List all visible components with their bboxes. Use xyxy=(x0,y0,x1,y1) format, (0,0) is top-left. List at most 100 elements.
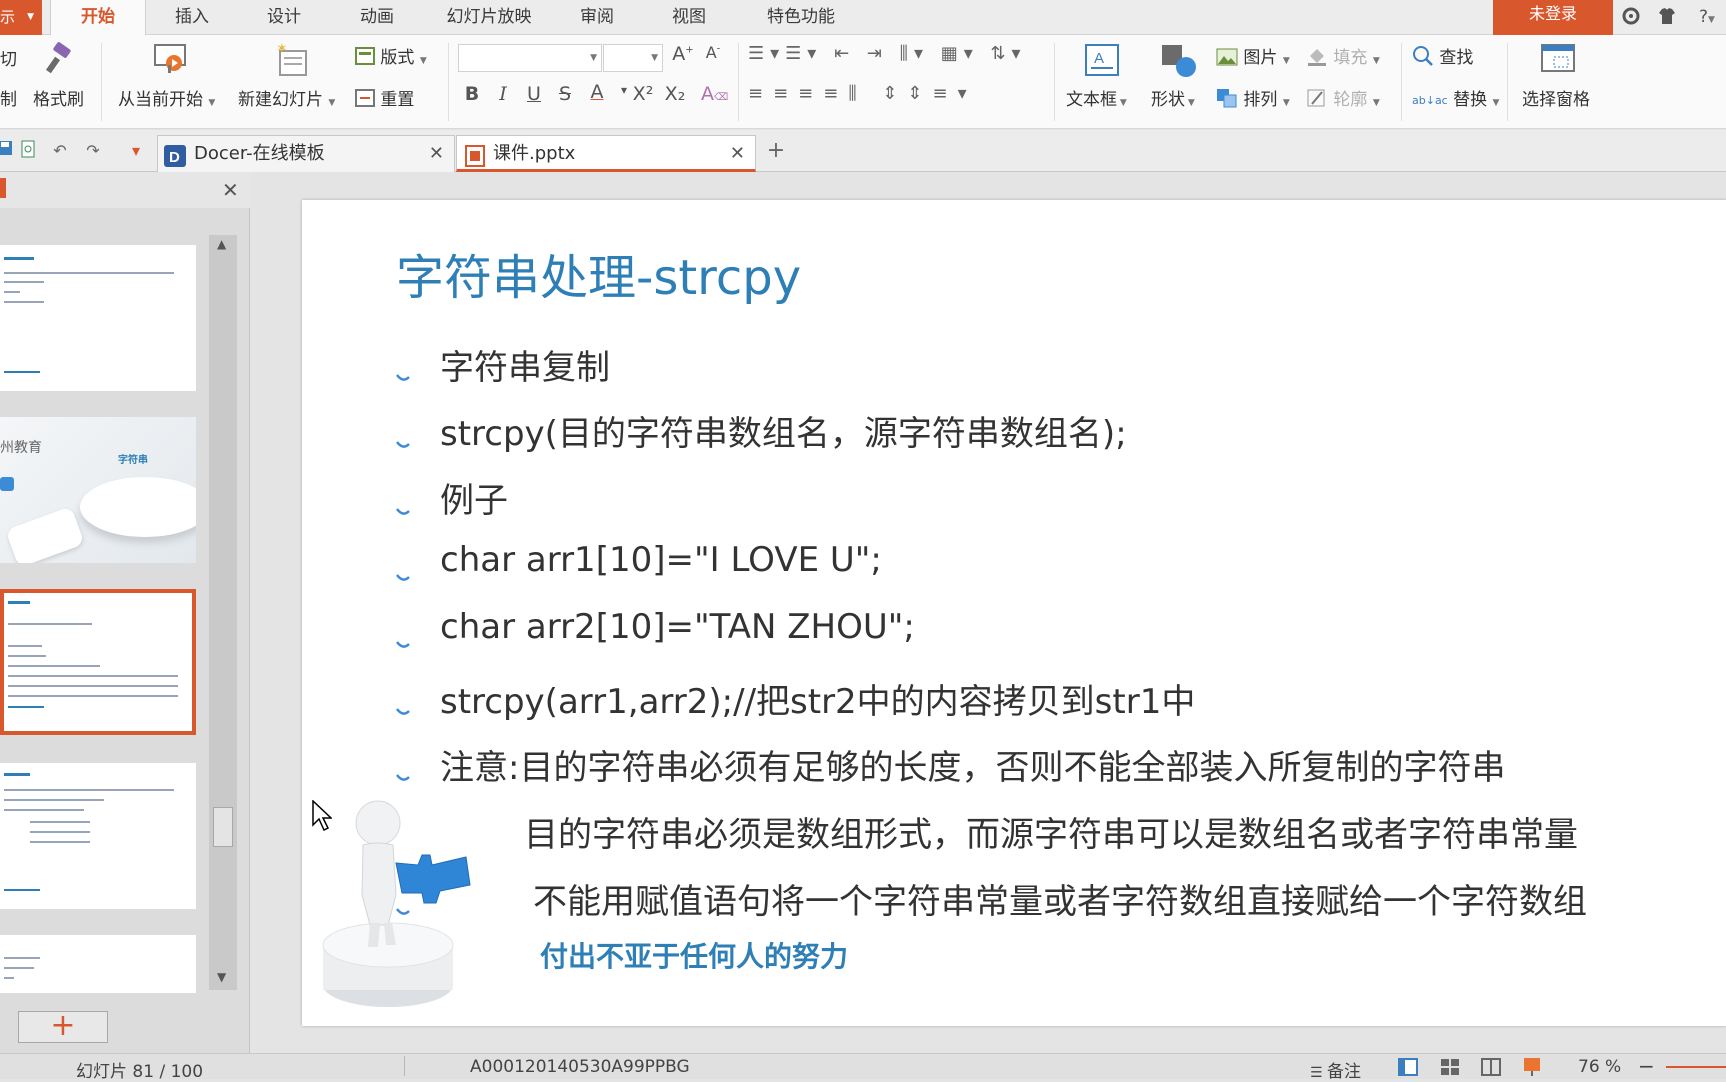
subscript-button[interactable]: X₂ xyxy=(660,83,690,105)
font-color-button[interactable]: A xyxy=(585,81,609,103)
notes-button[interactable]: ☰ 备注 xyxy=(1310,1057,1361,1082)
cut-button[interactable]: 切 xyxy=(0,45,17,70)
underline-button[interactable]: U xyxy=(522,83,546,105)
strikethrough-button[interactable]: S xyxy=(553,83,577,105)
thumb-slogan-line xyxy=(4,889,40,891)
find-button[interactable]: 查找 xyxy=(1412,43,1473,72)
clear-format-icon[interactable]: A⌫ xyxy=(701,83,728,105)
save-icon[interactable] xyxy=(0,140,16,162)
thumb-text-line xyxy=(8,665,100,667)
status-bar: 幻灯片 81 / 100 A000120140530A99PPBG ☰ 备注 7… xyxy=(0,1053,1726,1082)
from-current-button[interactable]: 从当前开始 ▼ xyxy=(118,85,215,110)
app-menu-button[interactable]: 示 ▼ xyxy=(0,0,42,35)
selection-pane-button[interactable]: 选择窗格 xyxy=(1522,85,1590,110)
slide-thumbnail-selected[interactable] xyxy=(0,589,196,735)
slide-thumbnail[interactable] xyxy=(0,245,196,391)
scrollbar-thumb[interactable] xyxy=(213,807,233,847)
outline-button[interactable]: 轮廓 ▼ xyxy=(1306,85,1380,113)
shape-button[interactable]: 形状 ▼ xyxy=(1151,85,1195,110)
slide-canvas[interactable]: 字符串处理-strcpy 字符串复制 strcpy(目的字符串数组名，源字符串数… xyxy=(302,200,1726,1026)
thumb-text-line xyxy=(8,623,92,625)
slide-thumbnail[interactable] xyxy=(0,763,196,909)
redo-icon[interactable]: ↷ xyxy=(82,140,104,162)
bullet-text[interactable]: strcpy(目的字符串数组名，源字符串数组名); xyxy=(440,406,1127,455)
zoom-slider[interactable] xyxy=(1666,1066,1726,1068)
tab-design[interactable]: 设计 xyxy=(252,0,316,35)
textbox-button[interactable]: 文本框 ▼ xyxy=(1066,85,1127,110)
format-painter-button[interactable]: 格式刷 xyxy=(33,85,84,110)
scroll-down-icon[interactable]: ▼ xyxy=(217,970,226,984)
bullet-text[interactable]: 不能用赋值语句将一个字符串常量或者字符数组直接赋给一个字符数组 xyxy=(533,874,1587,923)
app-menu-label: 示 xyxy=(0,8,16,26)
scroll-up-icon[interactable]: ▲ xyxy=(217,237,226,251)
selection-pane-icon[interactable] xyxy=(1540,43,1576,79)
format-painter-icon[interactable] xyxy=(42,41,78,77)
bullet-text[interactable]: 例子 xyxy=(440,473,508,522)
font-size-select[interactable]: ▼ xyxy=(603,44,663,72)
tab-docer-online-templates[interactable]: D Docer-在线模板 ✕ xyxy=(157,135,455,172)
new-slide-icon[interactable]: ✶ xyxy=(274,41,310,79)
tab-review[interactable]: 审阅 xyxy=(565,0,629,35)
fill-button[interactable]: 填充 ▼ xyxy=(1306,43,1380,71)
login-button[interactable]: 未登录 xyxy=(1493,0,1613,35)
print-preview-icon[interactable] xyxy=(17,140,39,162)
italic-button[interactable]: I xyxy=(491,83,515,105)
slideshow-view-icon[interactable] xyxy=(1522,1057,1542,1082)
from-current-label: 从当前开始 xyxy=(118,90,203,110)
superscript-button[interactable]: X² xyxy=(628,83,658,105)
reset-button[interactable]: 重置 xyxy=(355,85,414,112)
bullet-text[interactable]: char arr2[10]="TAN ZHOU"; xyxy=(440,607,915,647)
shrink-font-icon[interactable]: A- xyxy=(701,43,725,62)
paragraph-align-icons[interactable]: ≡≡≡≡⫼ ⇕⇕≡▾ xyxy=(748,83,977,104)
bullet-text[interactable]: char arr1[10]="I LOVE U"; xyxy=(440,540,882,580)
bullet-text[interactable]: 字符串复制 xyxy=(440,340,610,389)
add-slide-button[interactable]: + xyxy=(18,1011,108,1043)
skin-shirt-icon[interactable] xyxy=(1656,6,1678,28)
picture-button[interactable]: 图片 ▼ xyxy=(1216,43,1290,71)
slide-thumbnail[interactable]: 州教育 字符串 xyxy=(0,417,196,563)
tab-home[interactable]: 开始 xyxy=(50,0,146,36)
new-slide-button[interactable]: 新建幻灯片 ▼ xyxy=(238,85,335,110)
tab-slideshow[interactable]: 幻灯片放映 xyxy=(436,0,542,35)
slide-sorter-view-icon[interactable] xyxy=(1440,1058,1460,1081)
bullet-text[interactable]: strcpy(arr1,arr2);//把str2中的内容拷贝到str1中 xyxy=(440,674,1195,723)
tab-view[interactable]: 视图 xyxy=(657,0,721,35)
close-icon[interactable]: ✕ xyxy=(222,178,239,202)
new-tab-plus-icon[interactable]: + xyxy=(765,140,787,162)
shape-icon[interactable] xyxy=(1160,43,1196,79)
tab-file-kejian[interactable]: 课件.pptx ✕ xyxy=(456,135,756,172)
normal-view-icon[interactable] xyxy=(1398,1058,1418,1081)
zoom-out-icon[interactable]: − xyxy=(1638,1054,1655,1078)
undo-icon[interactable]: ↶ xyxy=(49,140,71,162)
layout-button[interactable]: 版式 ▼ xyxy=(355,43,427,70)
font-name-select[interactable]: ▼ xyxy=(458,44,602,72)
search-icon xyxy=(1412,45,1434,72)
replace-button[interactable]: ab↓ac 替换 ▼ xyxy=(1412,85,1499,110)
zoom-level[interactable]: 76 % xyxy=(1578,1057,1621,1077)
customize-quick-access-icon[interactable]: ▾ xyxy=(125,140,147,162)
shield-icon[interactable] xyxy=(1620,6,1642,28)
bullet-text[interactable]: 目的字符串必须是数组形式，而源字符串可以是数组名或者字符串常量 xyxy=(524,807,1578,856)
thumb-text-line xyxy=(4,809,84,811)
tab-special[interactable]: 特色功能 xyxy=(748,0,854,35)
bold-button[interactable]: B xyxy=(460,83,484,105)
tab-insert[interactable]: 插入 xyxy=(160,0,224,35)
thumbnail-scrollbar[interactable]: ▲ ▼ xyxy=(209,235,237,990)
close-icon[interactable]: ✕ xyxy=(429,136,444,171)
slide-thumbnail[interactable] xyxy=(0,935,196,993)
help-icon[interactable]: ?▼ xyxy=(1690,6,1724,28)
reading-view-icon[interactable] xyxy=(1481,1058,1501,1081)
grow-font-icon[interactable]: A+ xyxy=(671,43,695,65)
textbox-icon[interactable]: A xyxy=(1084,43,1120,79)
puzzle-figure-illustration xyxy=(318,775,518,1026)
arrange-button[interactable]: 排列 ▼ xyxy=(1216,85,1290,113)
paragraph-list-icons[interactable]: ☰▾☰▾ ⇤ ⇥ ⫼▾ ▦▾ ⇅▾ xyxy=(748,43,1027,64)
arrange-icon xyxy=(1216,88,1238,113)
tab-animation[interactable]: 动画 xyxy=(345,0,409,35)
slide-title[interactable]: 字符串处理-strcpy xyxy=(396,238,801,308)
slideshow-from-current-icon[interactable] xyxy=(152,41,188,77)
copy-button[interactable]: 制 xyxy=(0,85,17,110)
bullet-text[interactable]: 注意:目的字符串必须有足够的长度，否则不能全部装入所复制的字符串 xyxy=(440,740,1505,789)
separator xyxy=(1401,43,1402,121)
close-icon[interactable]: ✕ xyxy=(730,136,745,171)
